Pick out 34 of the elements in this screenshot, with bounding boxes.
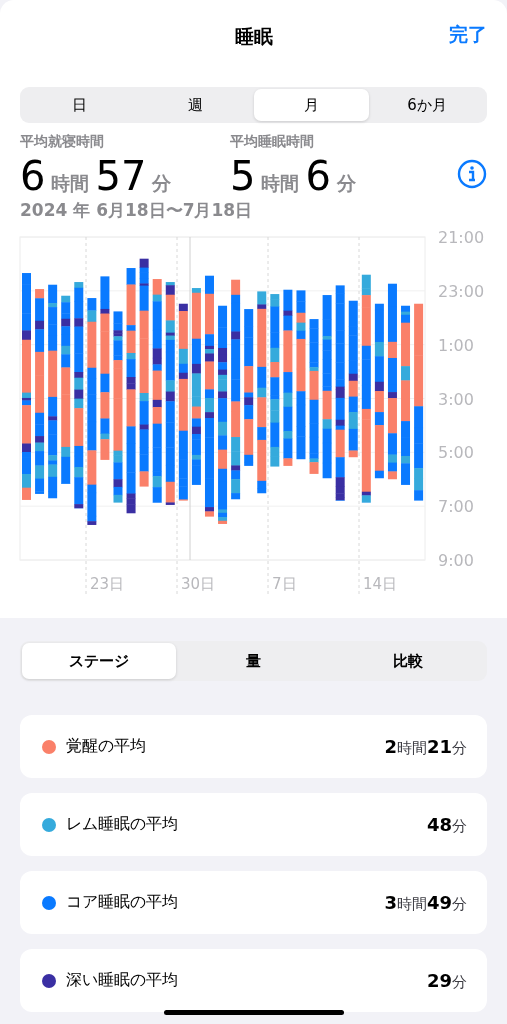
stat-value: 6 時間 57 分 <box>20 153 173 199</box>
average-value: 2時間21分 <box>384 735 467 758</box>
segment-tab[interactable]: 量 <box>176 643 331 679</box>
average-value: 48分 <box>426 813 467 836</box>
segment-tab[interactable]: 週 <box>137 89 254 121</box>
segment-tab[interactable]: 比較 <box>330 643 485 679</box>
segment-tab[interactable]: 日 <box>22 89 138 121</box>
screen-title: 睡眠 <box>234 24 273 49</box>
axis-label: 21:00 <box>438 230 485 247</box>
done-button[interactable]: 完了 <box>449 22 487 48</box>
axis-label: 3:00 <box>438 389 474 409</box>
average-value: 29分 <box>426 969 467 992</box>
axis-label: 30日 <box>181 575 216 593</box>
axis-label: 7:00 <box>438 497 474 517</box>
average-label: 覚醒の平均 <box>66 736 146 757</box>
axis-label: 5:00 <box>438 443 474 463</box>
axis-label: 1:00 <box>438 335 474 355</box>
average-label: コア睡眠の平均 <box>66 892 178 913</box>
average-label: 深い睡眠の平均 <box>66 970 178 991</box>
axis-label: 7日 <box>272 575 297 593</box>
axis-label: 23:00 <box>438 281 485 301</box>
axis-label: 14日 <box>363 575 398 593</box>
segment-tab[interactable]: 6か月 <box>369 89 485 121</box>
stat-value: 5 時間 6 分 <box>230 153 357 199</box>
segment-tab[interactable]: ステージ <box>22 643 177 679</box>
stat-label: 平均睡眠時間 <box>230 133 314 151</box>
info-icon[interactable] <box>457 159 487 189</box>
segment-tab[interactable]: 月 <box>253 89 370 121</box>
average-label: レム睡眠の平均 <box>66 814 178 835</box>
date-range: 2024 年 6月18日〜7月18日 <box>20 199 253 222</box>
axis-label: 23日 <box>90 575 125 593</box>
stat-label: 平均就寝時間 <box>20 133 104 151</box>
average-value: 3時間49分 <box>384 891 467 914</box>
axis-label: 9:00 <box>438 551 474 570</box>
